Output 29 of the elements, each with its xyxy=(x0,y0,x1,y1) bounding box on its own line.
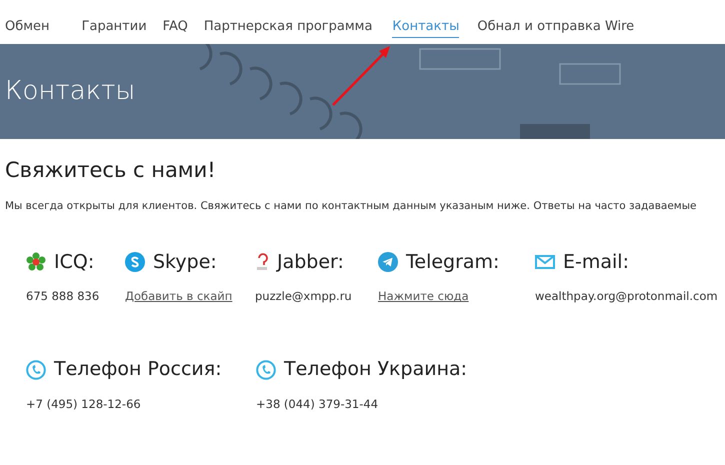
contact-value: wealthpay.org@protonmail.com xyxy=(535,288,718,306)
contact-label: Jabber: xyxy=(277,250,344,275)
contact-value: 675 888 836 xyxy=(26,288,100,306)
contact-label: Telegram: xyxy=(406,250,500,275)
nav-link[interactable]: Гарантии xyxy=(82,16,147,38)
contact-link[interactable]: Нажмите сюда xyxy=(378,288,469,306)
telegram-icon xyxy=(378,252,398,272)
contact-label: Телефон Украина: xyxy=(284,357,468,382)
contact-value: puzzle@xmpp.ru xyxy=(255,288,352,306)
phone-icon xyxy=(26,360,46,380)
contact-label: E-mail: xyxy=(563,250,629,275)
flower-icon xyxy=(26,252,46,272)
nav-link[interactable]: Контакты xyxy=(392,16,460,38)
contact-value: +7 (495) 128-12-66 xyxy=(26,396,141,412)
banner-title: Контакты xyxy=(5,75,136,108)
nav-link[interactable]: Обнал и отправка Wire xyxy=(477,16,634,38)
nav-link[interactable]: FAQ xyxy=(162,16,188,38)
contact-label: ICQ: xyxy=(54,250,94,275)
intro-text: Мы всегда открыты для клиентов. Свяжитесь с нами по контактным данным указаным ниже. Ответы на часто задаваемые xyxy=(5,198,698,214)
contact-label: Skype: xyxy=(153,250,217,275)
contact-link[interactable]: Добавить в скайп xyxy=(125,288,232,306)
contact-label: Телефон Россия: xyxy=(54,357,222,382)
envelope-icon xyxy=(535,255,555,270)
contact-value: +38 (044) 379-31-44 xyxy=(256,396,378,412)
nav-link[interactable]: Партнерская программа xyxy=(204,16,372,38)
section-heading: Свяжитесь с нами! xyxy=(5,157,217,184)
phone-icon xyxy=(256,360,276,380)
skype-icon xyxy=(125,252,145,272)
nav-link[interactable]: Обмен xyxy=(5,16,50,38)
